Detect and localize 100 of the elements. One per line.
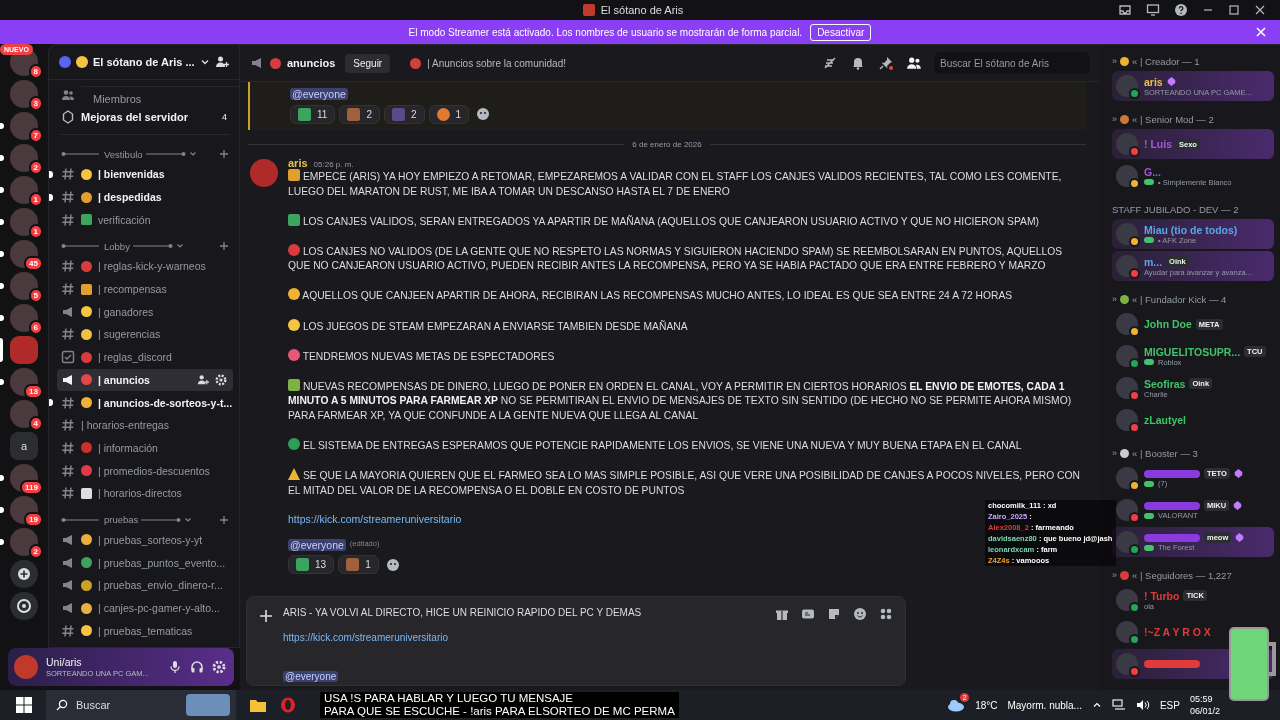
channel-item[interactable]: | horarios-entregas bbox=[57, 413, 233, 437]
folder-icon[interactable] bbox=[250, 698, 266, 712]
channel-item[interactable]: | despedidas bbox=[57, 185, 233, 209]
sticker-icon[interactable] bbox=[827, 607, 841, 621]
close-icon[interactable] bbox=[1254, 4, 1266, 16]
app-icon bbox=[582, 4, 595, 16]
server-icon[interactable] bbox=[10, 272, 38, 300]
channel-item[interactable]: | ganadores bbox=[57, 300, 233, 324]
server-icon[interactable]: a bbox=[10, 432, 38, 460]
hashtag-icon bbox=[61, 440, 75, 455]
chevron-down-icon[interactable] bbox=[199, 57, 210, 67]
member-group-label: STAFF JUBILADO - DEV — 2 bbox=[1112, 203, 1239, 215]
reaction[interactable]: 2 bbox=[339, 104, 380, 124]
plus-icon[interactable] bbox=[219, 514, 229, 525]
network-icon[interactable] bbox=[1111, 699, 1126, 711]
mention-badge: 119 bbox=[20, 480, 43, 495]
volume-icon[interactable] bbox=[1135, 699, 1150, 711]
clock-date: 06/01/2 bbox=[1189, 705, 1220, 717]
browser-icon[interactable] bbox=[280, 697, 296, 713]
group-decoration: » bbox=[1112, 448, 1117, 458]
taskbar-search[interactable]: Buscar bbox=[46, 690, 236, 720]
channel-item[interactable]: | bienvenidas bbox=[57, 163, 233, 186]
compass-icon[interactable] bbox=[10, 592, 38, 620]
server-icon[interactable] bbox=[10, 528, 38, 556]
member-item[interactable]: zLautyel bbox=[1112, 405, 1274, 435]
category-label[interactable]: Vestibulo bbox=[104, 148, 143, 160]
sidebar-link[interactable]: Miembros bbox=[81, 85, 239, 105]
reaction[interactable]: 1 bbox=[428, 104, 470, 124]
member-group-label: « | Creador — 1 bbox=[1132, 55, 1200, 67]
server-icon[interactable] bbox=[10, 368, 38, 396]
apps-icon[interactable] bbox=[879, 607, 893, 621]
sidebar-link[interactable]: Mejoras del servidor bbox=[81, 111, 188, 123]
channel-item[interactable]: | anuncios bbox=[57, 368, 233, 392]
server-name[interactable]: El sótano de Aris ... bbox=[93, 56, 195, 68]
follow-button[interactable]: Seguir bbox=[345, 53, 391, 73]
mention[interactable]: @everyone bbox=[288, 538, 346, 551]
channel-item[interactable]: | información bbox=[57, 436, 233, 460]
channel-item[interactable]: | reglas_discord bbox=[57, 345, 233, 369]
member-list-icon[interactable] bbox=[906, 55, 922, 71]
search-field[interactable]: Buscar El sótano de Aris bbox=[934, 52, 1090, 74]
channel-item[interactable]: | recompensas bbox=[57, 277, 233, 301]
channel-item[interactable]: | horarios-directos bbox=[57, 481, 233, 505]
input-language[interactable]: ESP bbox=[1159, 699, 1180, 711]
reaction[interactable]: 2 bbox=[383, 104, 425, 124]
message-composer[interactable]: ARIS - YA VOLVI AL DIRECTO, HICE UN REINICIO RAPIDO DEL PC Y DEMAS https://kick.com/streameruniversitario @everyone bbox=[246, 596, 906, 686]
channel-item[interactable]: | pruebas_tematicas bbox=[57, 619, 233, 643]
windows-icon[interactable] bbox=[16, 697, 32, 713]
inbox-icon[interactable] bbox=[1118, 3, 1132, 17]
message-link[interactable]: https://kick.com/streameruniversitario bbox=[288, 512, 462, 525]
category-label[interactable]: Lobby bbox=[104, 240, 130, 252]
add-member-icon[interactable] bbox=[215, 55, 229, 69]
plus-icon[interactable] bbox=[219, 241, 229, 252]
channel-item[interactable]: | canjes-pc-gamer-y-alto... bbox=[57, 596, 233, 620]
channel-item[interactable]: | anuncios-de-sorteos-y-t... bbox=[57, 391, 233, 414]
user-avatar[interactable] bbox=[14, 655, 38, 679]
channel-item[interactable]: | pruebas_sorteos-y-yt bbox=[57, 528, 233, 552]
channel-item[interactable]: | pruebas_envio_dinero-r... bbox=[57, 574, 233, 597]
pin-icon[interactable] bbox=[878, 55, 894, 71]
message-paragraph: AQUELLOS QUE CANJEEN APARTIR DE AHORA, RECIBIRAN LAS RECOMPENSAS MUCHO ANTES, LO IDEAL ES QUE SEA ENTRE 24 A 72 HORAS bbox=[288, 290, 1013, 302]
member-item[interactable]: !~Z A Y R O X bbox=[1112, 617, 1274, 647]
reaction[interactable]: 11 bbox=[290, 104, 336, 124]
channel-item[interactable]: | sugerencias bbox=[57, 323, 233, 346]
monitor-icon[interactable] bbox=[1146, 3, 1160, 17]
channel-item[interactable]: | reglas-kick-y-warneos bbox=[57, 255, 233, 278]
channel-item[interactable]: verificación bbox=[57, 208, 233, 232]
decorative-line-icon bbox=[132, 243, 173, 250]
server-icon[interactable] bbox=[10, 80, 38, 108]
help-icon[interactable] bbox=[1174, 3, 1188, 17]
headphones-icon[interactable] bbox=[190, 660, 204, 674]
chevron-down-icon[interactable] bbox=[184, 515, 193, 524]
reaction[interactable]: 13 bbox=[288, 555, 335, 575]
settings-icon[interactable] bbox=[212, 660, 226, 674]
server-icon[interactable] bbox=[10, 400, 38, 428]
mention[interactable]: @everyone bbox=[290, 88, 348, 100]
deactivate-button[interactable]: Desactivar bbox=[810, 23, 872, 41]
microphone-icon[interactable] bbox=[168, 660, 182, 674]
chevron-up-icon[interactable] bbox=[1091, 700, 1102, 710]
threads-icon[interactable] bbox=[822, 55, 838, 71]
add-server-icon[interactable] bbox=[10, 560, 38, 588]
channel-item[interactable]: | pruebas_puntos_evento... bbox=[57, 551, 233, 574]
server-icon[interactable] bbox=[10, 304, 38, 332]
decorative-line-icon bbox=[61, 516, 101, 523]
category-label[interactable]: pruebas bbox=[104, 514, 139, 526]
gif-icon[interactable] bbox=[801, 607, 815, 621]
add-member-icon[interactable] bbox=[197, 373, 209, 386]
chevron-down-icon[interactable] bbox=[188, 150, 197, 158]
megaphone-icon bbox=[61, 555, 75, 570]
server-icon[interactable] bbox=[10, 144, 38, 172]
plus-icon[interactable] bbox=[219, 149, 229, 159]
settings-icon[interactable] bbox=[215, 373, 227, 386]
emoji-icon[interactable] bbox=[853, 607, 867, 621]
maximize-icon[interactable] bbox=[1228, 4, 1240, 16]
server-icon[interactable] bbox=[10, 496, 38, 524]
server-icon[interactable] bbox=[10, 240, 38, 268]
reaction[interactable]: 1 bbox=[338, 555, 379, 575]
message-author[interactable]: aris bbox=[288, 157, 308, 169]
decorative-line-icon bbox=[145, 151, 186, 157]
channel-item[interactable]: | promedios-descuentos bbox=[57, 459, 233, 482]
user-avatar[interactable] bbox=[250, 159, 278, 187]
temperature: 18°C bbox=[975, 699, 998, 711]
